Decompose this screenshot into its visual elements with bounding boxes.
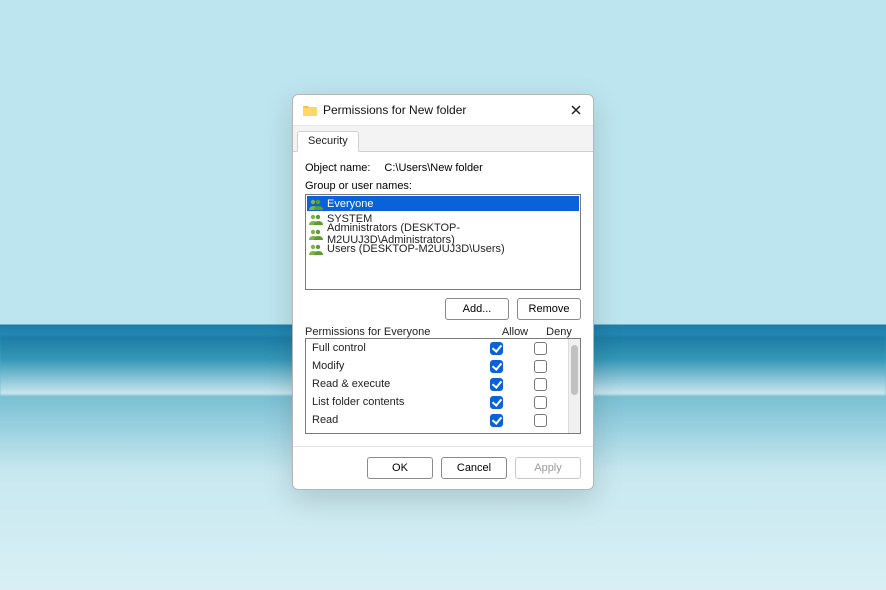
- permission-row: List folder contents: [306, 393, 568, 411]
- permission-row: Read: [306, 411, 568, 429]
- allow-checkbox[interactable]: [490, 342, 503, 355]
- list-item-label: Users (DESKTOP-M2UUJ3D\Users): [327, 243, 505, 255]
- permissions-header: Permissions for Everyone Allow Deny: [305, 326, 581, 338]
- deny-checkbox[interactable]: [534, 414, 547, 427]
- scrollbar-thumb[interactable]: [571, 345, 578, 395]
- permissions-for-label: Permissions for Everyone: [305, 326, 493, 338]
- allow-checkbox[interactable]: [490, 414, 503, 427]
- remove-button[interactable]: Remove: [517, 298, 581, 320]
- deny-checkbox[interactable]: [534, 396, 547, 409]
- groups-label: Group or user names:: [305, 180, 581, 192]
- permission-name: Read & execute: [312, 378, 474, 390]
- titlebar[interactable]: Permissions for New folder: [293, 95, 593, 126]
- allow-column-header: Allow: [493, 326, 537, 338]
- apply-button[interactable]: Apply: [515, 457, 581, 479]
- window-title: Permissions for New folder: [323, 103, 561, 117]
- users-icon: [309, 227, 323, 241]
- permission-name: Full control: [312, 342, 474, 354]
- add-button[interactable]: Add...: [445, 298, 509, 320]
- allow-checkbox[interactable]: [490, 360, 503, 373]
- permission-row: Read & execute: [306, 375, 568, 393]
- permission-row: Full control: [306, 339, 568, 357]
- list-item[interactable]: Everyone: [307, 196, 579, 211]
- users-icon: [309, 197, 323, 211]
- permission-name: List folder contents: [312, 396, 474, 408]
- users-icon: [309, 212, 323, 226]
- close-button[interactable]: [567, 101, 585, 119]
- permissions-listbox: Full control Modify Read & execute List …: [305, 338, 581, 434]
- permission-name: Read: [312, 414, 474, 426]
- list-item-label: Everyone: [327, 198, 373, 210]
- permissions-dialog: Permissions for New folder Security Obje…: [292, 94, 594, 490]
- list-item[interactable]: Administrators (DESKTOP-M2UUJ3D\Administ…: [307, 226, 579, 241]
- object-name-value: C:\Users\New folder: [384, 162, 482, 174]
- deny-checkbox[interactable]: [534, 360, 547, 373]
- deny-checkbox[interactable]: [534, 342, 547, 355]
- groups-listbox[interactable]: Everyone SYSTEM Administrators (DESKTOP-…: [305, 194, 581, 290]
- scrollbar[interactable]: [568, 339, 580, 433]
- tab-security[interactable]: Security: [297, 131, 359, 152]
- ok-button[interactable]: OK: [367, 457, 433, 479]
- users-icon: [309, 242, 323, 256]
- folder-icon: [303, 104, 317, 116]
- tabstrip: Security: [293, 126, 593, 152]
- cancel-button[interactable]: Cancel: [441, 457, 507, 479]
- deny-checkbox[interactable]: [534, 378, 547, 391]
- allow-checkbox[interactable]: [490, 378, 503, 391]
- permission-row: Modify: [306, 357, 568, 375]
- allow-checkbox[interactable]: [490, 396, 503, 409]
- deny-column-header: Deny: [537, 326, 581, 338]
- object-name-row: Object name: C:\Users\New folder: [305, 162, 581, 174]
- object-name-label: Object name:: [305, 162, 370, 174]
- permission-name: Modify: [312, 360, 474, 372]
